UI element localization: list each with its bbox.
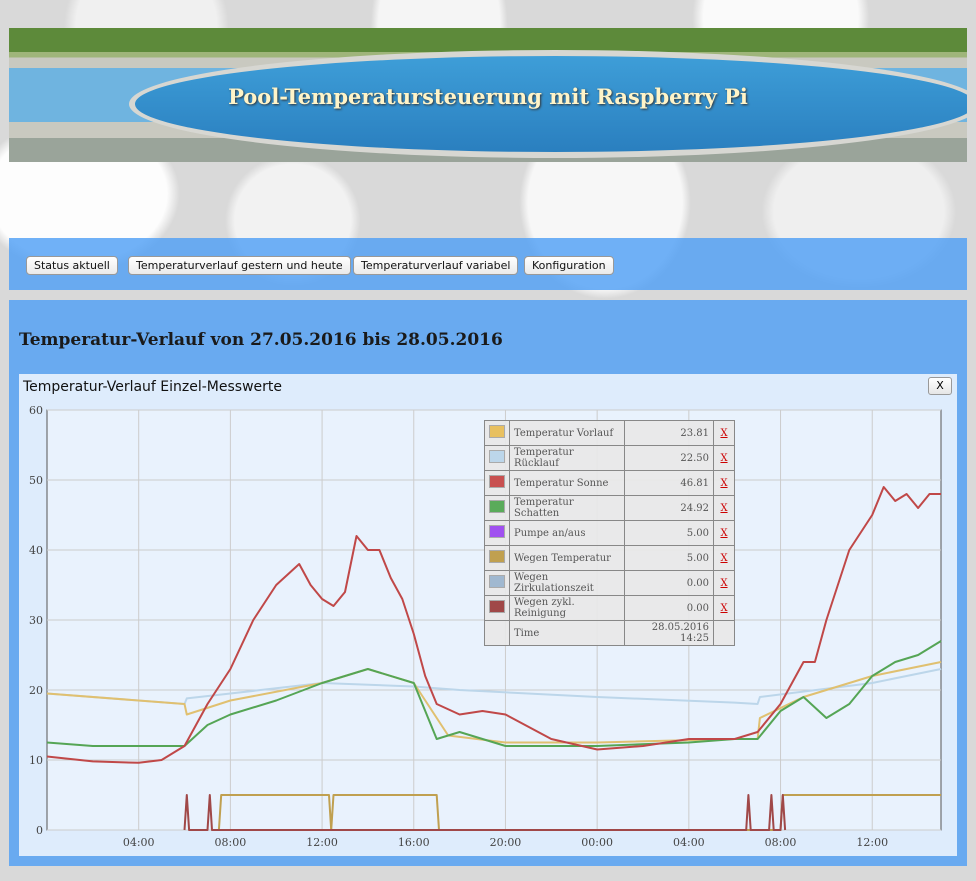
legend-time-row: Time 28.05.2016 14:25 — [484, 620, 735, 646]
legend-swatch — [484, 570, 510, 596]
nav-variable-button[interactable]: Temperaturverlauf variabel — [353, 256, 519, 275]
legend-remove-link[interactable]: X — [713, 545, 735, 571]
legend-row: Temperatur Rücklauf 22.50 X — [484, 445, 735, 471]
legend-row: Temperatur Sonne 46.81 X — [484, 470, 735, 496]
legend-swatch — [484, 595, 510, 621]
chart-legend: Temperatur Vorlauf 23.81 X Temperatur Rückl… — [484, 420, 735, 646]
y-tick-label: 30 — [29, 614, 43, 627]
section-heading: Temperatur-Verlauf von 27.05.2016 bis 28… — [19, 330, 503, 350]
legend-swatch-color — [489, 575, 505, 588]
y-tick-label: 20 — [29, 684, 43, 697]
header-banner: Pool-Temperatursteuerung mit Raspberry P… — [9, 28, 967, 162]
legend-remove-link[interactable]: X — [713, 520, 735, 546]
legend-series-value: 46.81 — [624, 470, 714, 496]
legend-series-value: 24.92 — [624, 495, 714, 521]
legend-swatch-color — [489, 525, 505, 538]
nav-history-button[interactable]: Temperaturverlauf gestern und heute — [128, 256, 351, 275]
legend-series-name: Wegen zykl. Reinigung — [509, 595, 625, 621]
nav-bar: Status aktuell Temperaturverlauf gestern… — [9, 238, 967, 290]
legend-remove-link[interactable]: X — [713, 420, 735, 446]
y-tick-label: 50 — [29, 474, 43, 487]
legend-series-value: 0.00 — [624, 595, 714, 621]
legend-swatch — [484, 520, 510, 546]
x-tick-label: 16:00 — [398, 836, 430, 849]
x-tick-label: 20:00 — [490, 836, 522, 849]
legend-swatch — [484, 445, 510, 471]
legend-remove-link[interactable]: X — [713, 595, 735, 621]
legend-time-value: 28.05.2016 14:25 — [624, 620, 714, 646]
legend-row: Temperatur Vorlauf 23.81 X — [484, 420, 735, 446]
x-tick-label: 04:00 — [123, 836, 155, 849]
y-tick-label: 10 — [29, 754, 43, 767]
legend-row: Pumpe an/aus 5.00 X — [484, 520, 735, 546]
y-tick-label: 40 — [29, 544, 43, 557]
legend-swatch — [484, 420, 510, 446]
y-tick-label: 0 — [36, 824, 43, 837]
legend-series-name: Temperatur Rücklauf — [509, 445, 625, 471]
legend-series-value: 5.00 — [624, 545, 714, 571]
legend-row: Wegen zykl. Reinigung 0.00 X — [484, 595, 735, 621]
legend-series-value: 5.00 — [624, 520, 714, 546]
legend-row: Temperatur Schatten 24.92 X — [484, 495, 735, 521]
legend-swatch — [484, 545, 510, 571]
nav-config-button[interactable]: Konfiguration — [524, 256, 614, 275]
legend-series-value: 0.00 — [624, 570, 714, 596]
page-title: Pool-Temperatursteuerung mit Raspberry P… — [228, 84, 748, 109]
legend-series-value: 23.81 — [624, 420, 714, 446]
x-tick-label: 12:00 — [306, 836, 338, 849]
legend-series-name: Pumpe an/aus — [509, 520, 625, 546]
legend-series-name: Temperatur Schatten — [509, 495, 625, 521]
legend-swatch-color — [489, 500, 505, 513]
legend-swatch — [484, 495, 510, 521]
x-tick-label: 08:00 — [765, 836, 797, 849]
legend-swatch-color — [489, 425, 505, 438]
x-tick-label: 08:00 — [215, 836, 247, 849]
legend-swatch-color — [489, 600, 505, 613]
legend-series-value: 22.50 — [624, 445, 714, 471]
x-tick-label: 04:00 — [673, 836, 705, 849]
nav-status-button[interactable]: Status aktuell — [26, 256, 118, 275]
x-tick-label: 12:00 — [856, 836, 888, 849]
legend-remove-link[interactable]: X — [713, 445, 735, 471]
legend-swatch — [484, 470, 510, 496]
legend-row: Wegen Zirkulationszeit 0.00 X — [484, 570, 735, 596]
legend-series-name: Temperatur Sonne — [509, 470, 625, 496]
legend-swatch-color — [489, 550, 505, 563]
legend-series-name: Wegen Zirkulationszeit — [509, 570, 625, 596]
legend-swatch-color — [489, 475, 505, 488]
legend-remove-link[interactable]: X — [713, 570, 735, 596]
legend-series-name: Temperatur Vorlauf — [509, 420, 625, 446]
legend-row: Wegen Temperatur 5.00 X — [484, 545, 735, 571]
y-tick-label: 60 — [29, 404, 43, 417]
legend-series-name: Wegen Temperatur — [509, 545, 625, 571]
legend-remove-link[interactable]: X — [713, 470, 735, 496]
legend-swatch-color — [489, 450, 505, 463]
legend-remove-link[interactable]: X — [713, 495, 735, 521]
legend-time-label: Time — [509, 620, 625, 646]
x-tick-label: 00:00 — [581, 836, 613, 849]
